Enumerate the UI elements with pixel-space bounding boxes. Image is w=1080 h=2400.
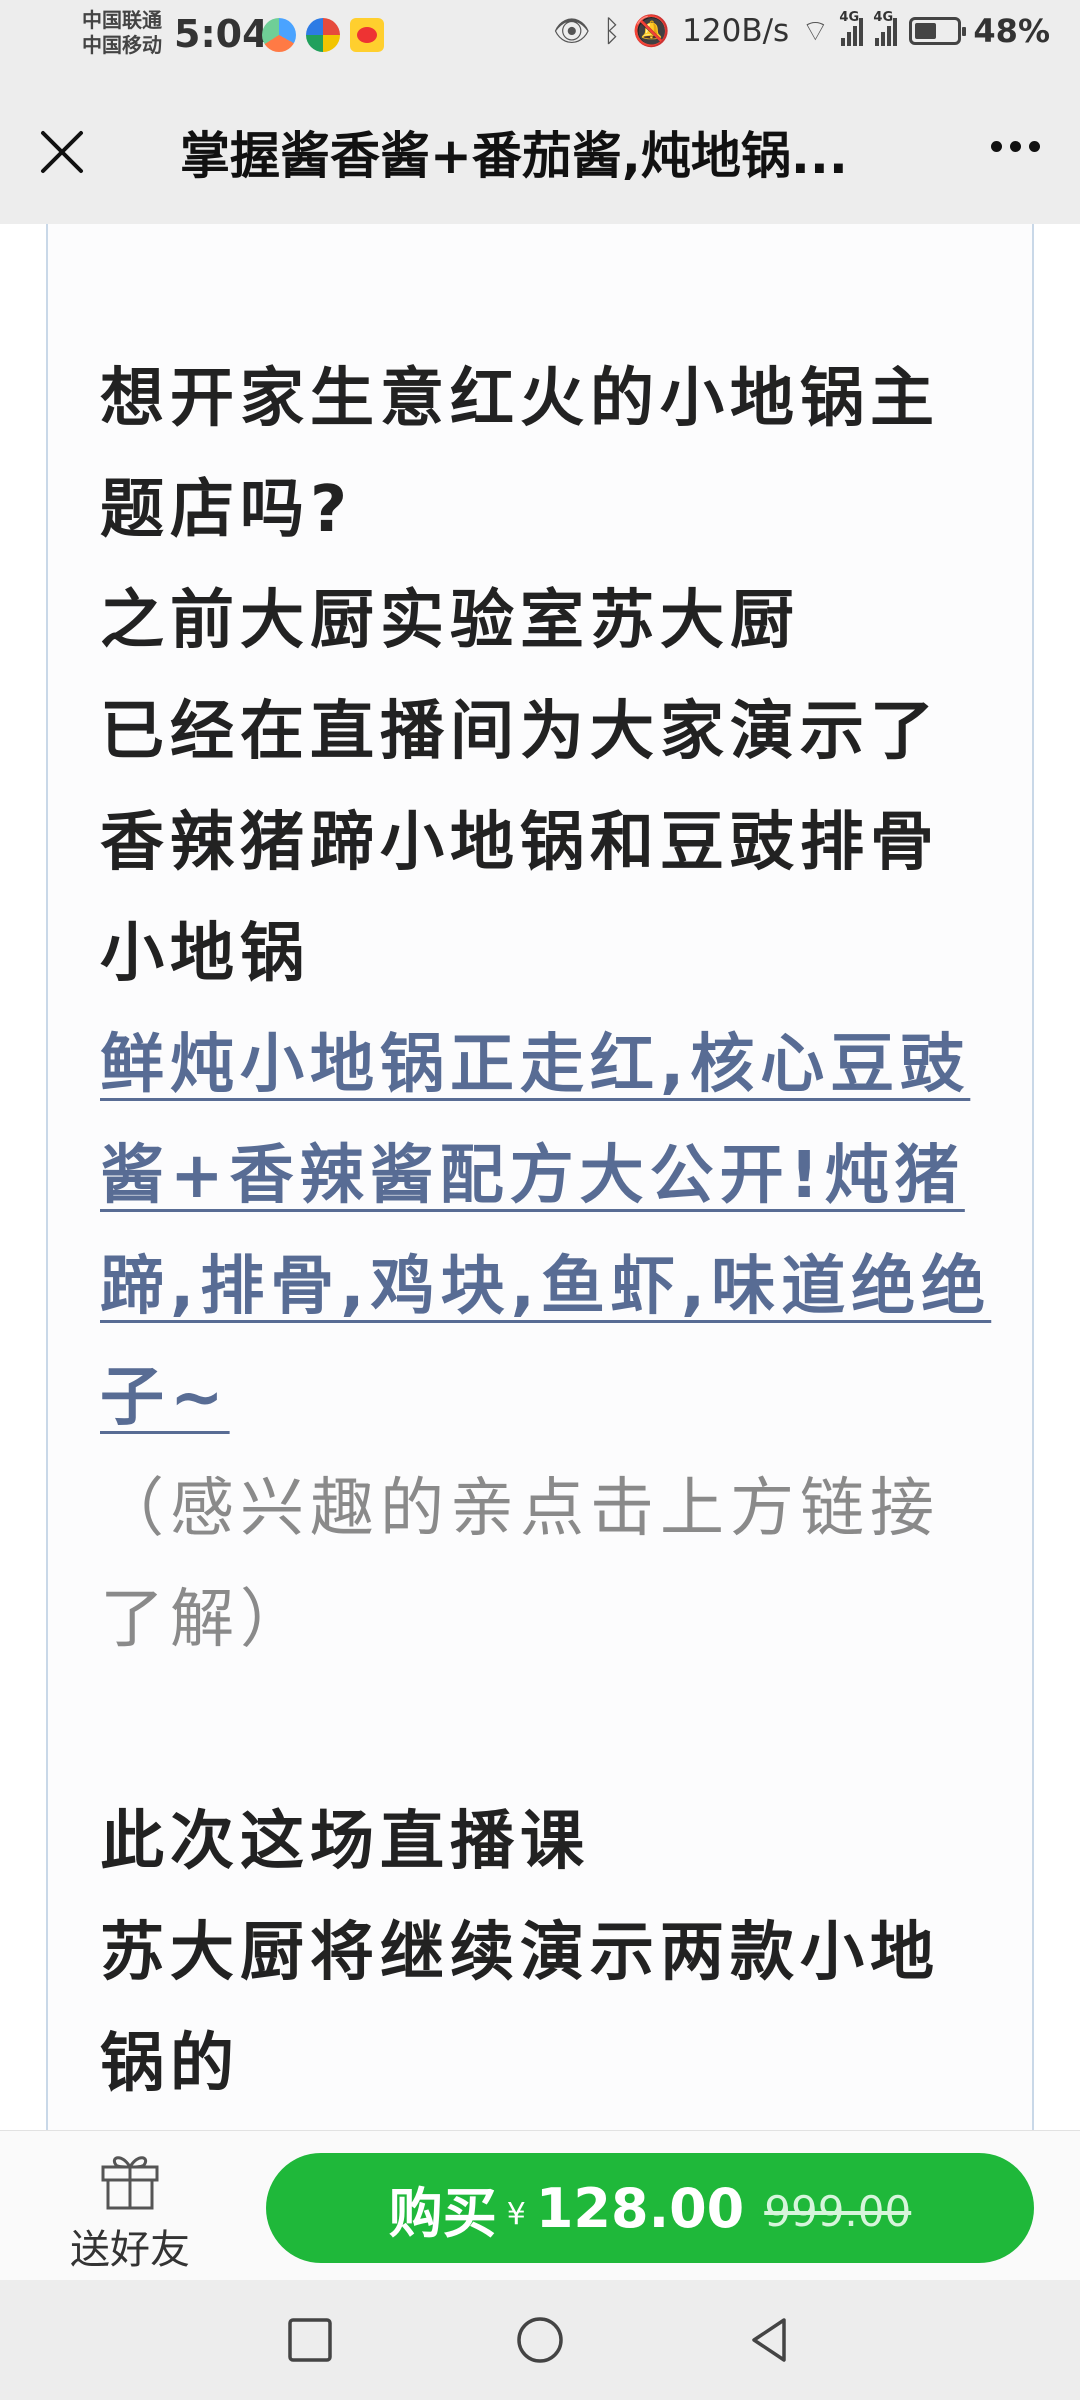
article-body: 想开家生意红火的小地锅主题店吗? 之前大厨实验室苏大厨 已经在直播间为大家演示了… (100, 344, 1000, 2120)
battery-icon (909, 17, 967, 45)
carrier-info: 中国联通 中国移动 (82, 8, 162, 58)
home-button[interactable] (504, 2304, 576, 2376)
currency-symbol: ¥ (506, 2196, 526, 2232)
close-icon (41, 131, 83, 173)
purchase-bar: 送好友 购买 ¥ 128.00 999.00 (0, 2130, 1080, 2280)
gift-friend-label: 送好友 (70, 2227, 190, 2273)
square-icon (288, 2318, 332, 2362)
app-notification-icon (262, 18, 296, 52)
buy-label: 购买 (388, 2181, 497, 2245)
more-button[interactable] (980, 116, 1050, 176)
article-paragraph: 已经在直播间为大家演示了香辣猪蹄小地锅和豆豉排骨小地锅 (100, 695, 940, 991)
circle-icon (517, 2317, 563, 2363)
gift-icon (101, 2156, 159, 2210)
article-frame: 想开家生意红火的小地锅主题店吗? 之前大厨实验室苏大厨 已经在直播间为大家演示了… (46, 224, 1034, 2130)
clock: 5:04 (174, 12, 269, 56)
article-paragraph: 苏大厨将继续演示两款小地锅的 (100, 1916, 940, 2101)
carrier-1: 中国联通 (82, 8, 162, 32)
article-viewport[interactable]: 想开家生意红火的小地锅主题店吗? 之前大厨实验室苏大厨 已经在直播间为大家演示了… (0, 224, 1080, 2130)
more-icon (990, 140, 1040, 152)
network-speed: 120B/s (682, 13, 790, 49)
gift-friend-button[interactable]: 送好友 (60, 2149, 200, 2273)
app-notification-icon (306, 18, 340, 52)
sale-price: 128.00 (535, 2176, 745, 2240)
title-bar: 掌握酱香酱+番茄酱,炖地锅... (0, 72, 1080, 224)
recent-apps-button[interactable] (274, 2304, 346, 2376)
original-price: 999.00 (764, 2186, 912, 2236)
carrier-2: 中国移动 (82, 33, 162, 57)
close-button[interactable] (30, 120, 94, 184)
page-title: 掌握酱香酱+番茄酱,炖地锅... (180, 127, 848, 185)
system-nav-bar (0, 2280, 1080, 2400)
buy-button[interactable]: 购买 ¥ 128.00 999.00 (266, 2153, 1034, 2263)
bluetooth-icon: ᛒ (602, 13, 621, 49)
wifi-icon: ⌔ (801, 14, 830, 49)
article-paragraph: 之前大厨实验室苏大厨 (100, 584, 800, 658)
status-indicators: 👁 ᛒ 🔕 120B/s ⌔ 4G 4G 48% (552, 10, 1050, 50)
back-button[interactable] (734, 2304, 806, 2376)
back-triangle-icon (752, 2318, 786, 2362)
article-note: （感兴趣的亲点击上方链接了解） (100, 1472, 940, 1657)
article-paragraph: 想开家生意红火的小地锅主题店吗? (100, 362, 940, 547)
eye-icon: 👁 (552, 13, 591, 49)
battery-level: 48% (973, 12, 1050, 50)
status-bar: 中国联通 中国移动 5:04 👁 ᛒ 🔕 120B/s ⌔ 4G 4G 48% (0, 0, 1080, 72)
notification-icons (262, 18, 384, 52)
signal-icon: 4G (873, 10, 898, 46)
signal-icon: 4G (839, 10, 864, 46)
network-type-1: 4G (839, 10, 860, 25)
article-paragraph: 此次这场直播课 (100, 1805, 590, 1879)
mute-bell-icon: 🔕 (632, 13, 671, 49)
network-type-2: 4G (873, 10, 894, 25)
weibo-icon (350, 18, 384, 52)
article-link[interactable]: 鲜炖小地锅正走红,核心豆豉酱+香辣酱配方大公开!炖猪蹄,排骨,鸡块,鱼虾,味道绝… (100, 1028, 991, 1435)
